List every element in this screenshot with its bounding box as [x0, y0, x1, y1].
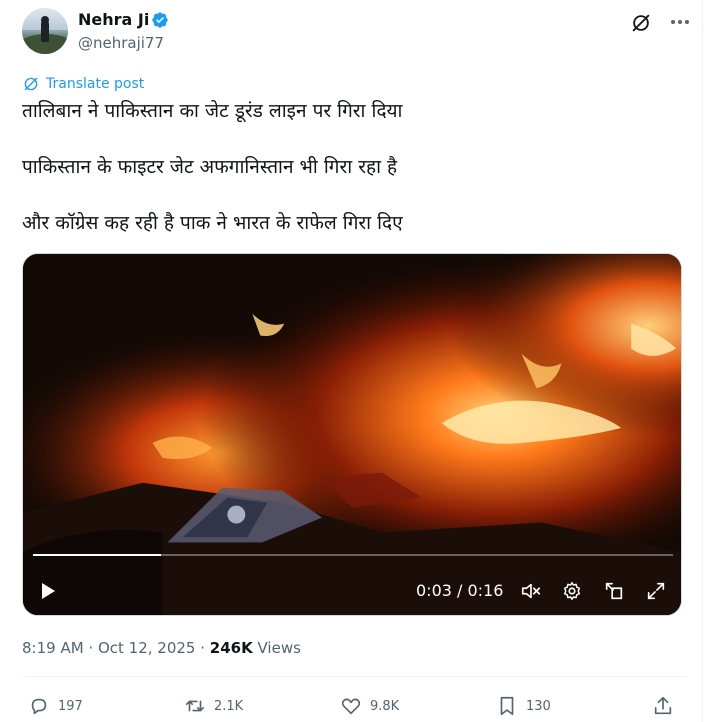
fullscreen-icon[interactable] — [645, 580, 667, 602]
post-line: और कॉग्रेस कह रही है पाक ने भारत के राफे… — [22, 212, 403, 234]
video-controls: 0:03 / 0:16 — [23, 572, 681, 608]
divider — [22, 676, 686, 677]
video-time: 0:03 / 0:16 — [416, 581, 504, 600]
post-meta: 8:19 AM · Oct 12, 2025 · 246K Views — [22, 638, 301, 658]
avatar[interactable] — [22, 8, 68, 54]
post-line: तालिबान ने पाकिस्तान का जेट डूरंड लाइन प… — [22, 100, 403, 122]
video-player[interactable]: 0:03 / 0:16 — [22, 253, 682, 616]
grok-icon[interactable] — [630, 12, 652, 34]
share-icon — [654, 696, 672, 715]
repost-count: 2.1K — [214, 698, 244, 714]
repost-icon — [185, 700, 205, 712]
repost-button[interactable]: 2.1K — [184, 694, 243, 718]
heart-icon — [341, 698, 361, 715]
views-count: 246K — [209, 639, 253, 657]
mute-icon[interactable] — [520, 580, 542, 602]
reply-count: 197 — [58, 698, 83, 714]
settings-icon[interactable] — [561, 580, 583, 602]
action-bar: 197 2.1K 9.8K 130 — [22, 694, 686, 718]
bookmark-icon — [500, 696, 514, 716]
reply-icon — [31, 698, 47, 715]
translate-icon — [24, 77, 38, 91]
views-label: Views — [252, 639, 301, 657]
meta-separator: · — [195, 639, 210, 657]
video-progress-bar[interactable] — [33, 554, 673, 556]
translate-label: Translate post — [46, 76, 145, 92]
like-button[interactable]: 9.8K — [340, 694, 399, 718]
post-line: पाकिस्तान के फाइटर जेट अफगानिस्तान भी गि… — [22, 156, 398, 178]
post-header: Nehra Ji @nehraji77 — [22, 8, 689, 56]
share-button[interactable] — [652, 694, 682, 718]
video-frame-fire-scene — [23, 254, 681, 615]
bookmark-count: 130 — [526, 698, 551, 714]
translate-post-link[interactable]: Translate post — [22, 73, 144, 95]
bookmark-button[interactable]: 130 — [496, 694, 551, 718]
post-timestamp[interactable]: 8:19 AM · Oct 12, 2025 — [22, 639, 195, 657]
pop-out-icon[interactable] — [603, 580, 625, 602]
video-progress-fill — [33, 554, 161, 556]
post-container: Nehra Ji @nehraji77 Translate post तालिब… — [0, 0, 703, 722]
more-options-icon[interactable] — [666, 10, 694, 34]
author-handle[interactable]: @nehraji77 — [78, 33, 164, 53]
verified-badge-icon — [152, 12, 168, 28]
like-count: 9.8K — [370, 698, 400, 714]
reply-button[interactable]: 197 — [28, 694, 83, 718]
author-name[interactable]: Nehra Ji — [78, 10, 149, 30]
play-icon[interactable] — [39, 582, 57, 600]
